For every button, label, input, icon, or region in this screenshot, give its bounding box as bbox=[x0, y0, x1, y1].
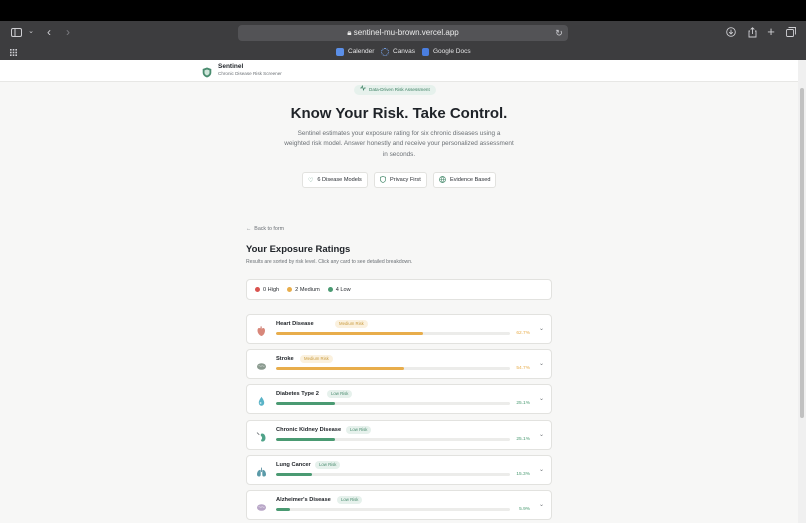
risk-bar bbox=[276, 402, 510, 405]
chevron-down-icon[interactable]: ⌄ bbox=[539, 431, 544, 438]
chip-privacy-first: Privacy First bbox=[374, 172, 427, 188]
risk-card-alzheimers[interactable]: Alzheimer's Disease Low Risk 5.9% ⌄ bbox=[246, 490, 552, 520]
chip-evidence-based: Evidence Based bbox=[433, 172, 497, 188]
risk-bar-fill bbox=[276, 367, 404, 370]
canvas-icon bbox=[381, 48, 389, 56]
risk-percent: 25.1% bbox=[516, 401, 530, 406]
sidebar-toggle-icon[interactable] bbox=[10, 26, 22, 38]
shield-icon bbox=[202, 65, 212, 78]
lock-icon: 🔒︎ bbox=[347, 28, 352, 37]
card-name: Diabetes Type 2 bbox=[276, 391, 319, 397]
hero-title: Know Your Risk. Take Control. bbox=[290, 105, 508, 122]
hero-description: Sentinel estimates your exposure rating … bbox=[284, 130, 514, 158]
brain-icon bbox=[256, 500, 267, 511]
risk-bar-fill bbox=[276, 473, 312, 476]
chip-disease-models: ♡ 6 Disease Models bbox=[302, 172, 368, 188]
chevron-down-icon[interactable]: ⌄ bbox=[539, 395, 544, 402]
risk-card-heart-disease[interactable]: Heart Disease Medium Risk 62.7% ⌄ bbox=[246, 314, 552, 344]
brain-icon bbox=[256, 359, 267, 370]
risk-badge: Low Risk bbox=[337, 496, 363, 504]
new-tab-icon[interactable]: + bbox=[765, 25, 777, 39]
risk-badge: Low Risk bbox=[327, 390, 353, 398]
download-icon[interactable] bbox=[725, 26, 737, 38]
low-dot-icon bbox=[327, 287, 333, 292]
app-header: Sentinel Chronic Disease Risk Screener bbox=[0, 60, 798, 82]
chevron-down-icon[interactable]: ⌄ bbox=[539, 325, 544, 332]
arrow-left-icon: ← bbox=[246, 226, 252, 232]
risk-bar bbox=[276, 438, 510, 441]
risk-bar bbox=[276, 367, 510, 370]
medium-dot-icon bbox=[287, 287, 293, 292]
chevron-down-icon[interactable]: ⌄ bbox=[539, 360, 544, 367]
droplet-icon bbox=[256, 394, 267, 406]
forward-icon[interactable]: › bbox=[63, 25, 73, 39]
menu-bar bbox=[0, 0, 806, 21]
risk-percent: 25.1% bbox=[516, 437, 530, 442]
risk-card-diabetes[interactable]: Diabetes Type 2 Low Risk 25.1% ⌄ bbox=[246, 384, 552, 414]
bookmark-google-docs[interactable]: Google Docs bbox=[422, 46, 471, 58]
risk-percent: 54.7% bbox=[516, 366, 530, 371]
card-name: Lung Cancer bbox=[276, 462, 311, 468]
docs-icon bbox=[422, 48, 429, 56]
brand-subtitle: Chronic Disease Risk Screener bbox=[218, 71, 282, 76]
chevron-down-icon[interactable]: ⌄ bbox=[539, 466, 544, 473]
risk-percent: 15.3% bbox=[516, 472, 530, 477]
heart-icon bbox=[256, 324, 267, 336]
card-name: Chronic Kidney Disease bbox=[276, 427, 342, 433]
results-title: Your Exposure Ratings bbox=[246, 244, 351, 255]
high-dot-icon bbox=[255, 287, 260, 292]
bookmark-canvas[interactable]: Canvas bbox=[381, 46, 415, 58]
risk-bar-fill bbox=[276, 402, 335, 405]
risk-badge: Low Risk bbox=[315, 461, 341, 469]
reload-icon[interactable]: ↻ bbox=[554, 27, 564, 39]
card-name: Stroke bbox=[276, 356, 294, 362]
kidney-icon bbox=[256, 430, 267, 442]
tab-overview-icon[interactable] bbox=[785, 26, 797, 38]
summary-high: 0 High bbox=[255, 287, 279, 293]
risk-badge: Medium Risk bbox=[300, 355, 333, 363]
shield-outline-icon bbox=[380, 175, 386, 185]
risk-summary: 0 High 2 Medium 4 Low bbox=[246, 279, 552, 300]
lungs-icon bbox=[256, 465, 267, 477]
risk-percent: 5.9% bbox=[519, 507, 530, 512]
url-text: 🔒︎ sentinel-mu-brown.vercel.app bbox=[347, 28, 459, 37]
browser-toolbar: ⌄ ‹ › 🔒︎ sentinel-mu-brown.vercel.app ↻ … bbox=[0, 21, 806, 60]
chevron-down-icon[interactable]: ⌄ bbox=[539, 501, 544, 508]
globe-icon bbox=[439, 175, 446, 185]
back-to-form-link[interactable]: ← Back to form bbox=[246, 226, 284, 232]
risk-percent: 62.7% bbox=[516, 331, 530, 336]
card-name: Alzheimer's Disease bbox=[276, 497, 331, 503]
calendar-icon bbox=[336, 48, 344, 56]
risk-card-stroke[interactable]: Stroke Medium Risk 54.7% ⌄ bbox=[246, 349, 552, 379]
risk-card-kidney[interactable]: Chronic Kidney Disease Low Risk 25.1% ⌄ bbox=[246, 420, 552, 450]
summary-low: 4 Low bbox=[327, 287, 351, 293]
share-icon[interactable] bbox=[746, 26, 758, 38]
summary-medium: 2 Medium bbox=[287, 287, 320, 293]
address-bar[interactable]: 🔒︎ sentinel-mu-brown.vercel.app bbox=[238, 25, 568, 41]
risk-badge: Medium Risk bbox=[335, 320, 368, 328]
risk-bar-fill bbox=[276, 332, 423, 335]
grid-icon[interactable] bbox=[8, 47, 18, 57]
heart-outline-icon: ♡ bbox=[308, 177, 314, 184]
bookmark-calender[interactable]: Calender bbox=[336, 46, 374, 58]
risk-card-lung-cancer[interactable]: Lung Cancer Low Risk 15.3% ⌄ bbox=[246, 455, 552, 485]
scrollbar-thumb[interactable] bbox=[800, 88, 804, 418]
activity-icon bbox=[360, 84, 366, 95]
results-subtitle: Results are sorted by risk level. Click … bbox=[246, 259, 413, 265]
hero-pill: Data-Driven Risk Assessment bbox=[354, 84, 436, 95]
card-name: Heart Disease bbox=[276, 321, 314, 327]
brand-name[interactable]: Sentinel bbox=[218, 63, 243, 70]
risk-bar-fill bbox=[276, 438, 335, 441]
risk-bar bbox=[276, 332, 510, 335]
bookmarks-bar: Calender Canvas Google Docs bbox=[0, 45, 806, 60]
risk-bar-fill bbox=[276, 508, 290, 511]
risk-badge: Low Risk bbox=[346, 426, 372, 434]
risk-bar bbox=[276, 473, 510, 476]
back-icon[interactable]: ‹ bbox=[44, 25, 54, 39]
chevron-down-icon[interactable]: ⌄ bbox=[27, 26, 35, 38]
page-content: Sentinel Chronic Disease Risk Screener D… bbox=[0, 60, 798, 523]
risk-bar bbox=[276, 508, 510, 511]
page-scrollbar[interactable] bbox=[798, 60, 806, 523]
